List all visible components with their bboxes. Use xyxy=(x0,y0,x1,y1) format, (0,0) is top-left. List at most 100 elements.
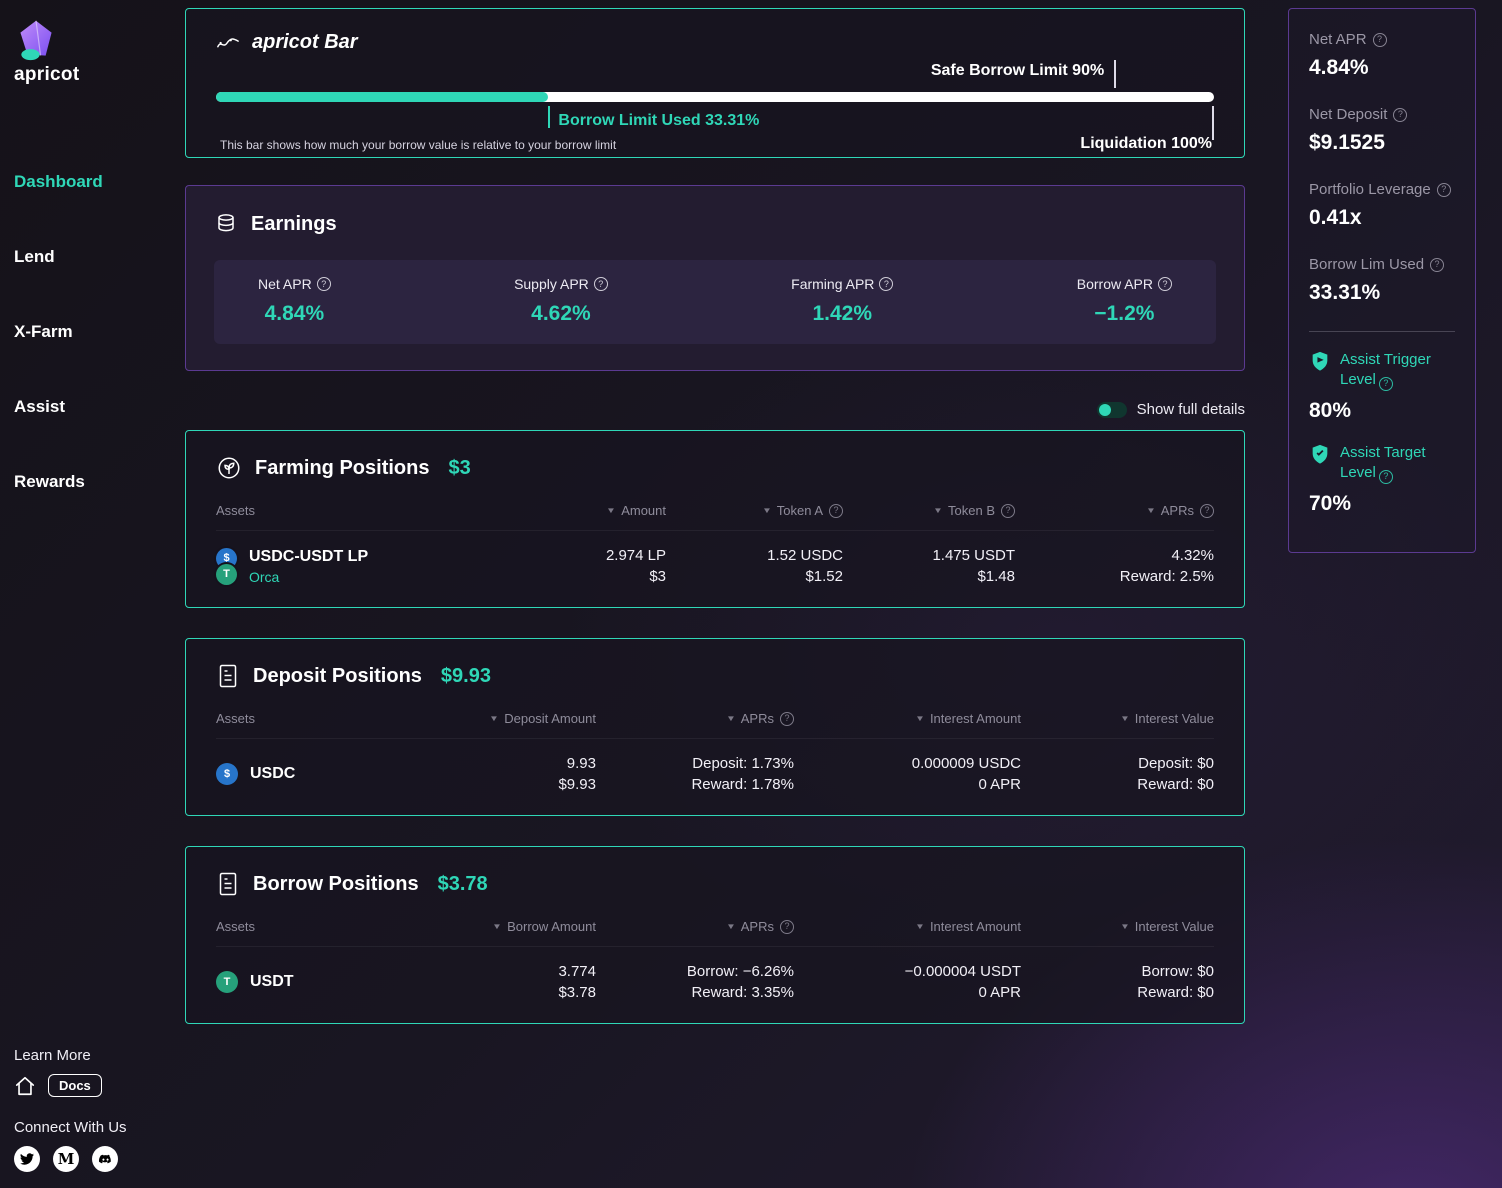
value-line: 0.000009 USDC xyxy=(911,755,1021,772)
sort-icon: ▼ xyxy=(725,714,736,723)
sort-icon: ▼ xyxy=(1145,506,1156,515)
col-token-b[interactable]: ▼ Token B? xyxy=(843,503,1015,518)
stat-label: Borrow Lim Used xyxy=(1309,256,1425,273)
value-line: −0.000004 USDT xyxy=(904,963,1021,980)
deposit-table-header: Assets ▼ Deposit Amount ▼ APRs? ▼ Interest … xyxy=(216,711,1214,739)
sidebar-item-rewards[interactable]: Rewards xyxy=(14,472,173,492)
aprs-cell: Deposit: 1.73% Reward: 1.78% xyxy=(596,755,794,793)
value-line: 9.93 xyxy=(566,755,596,772)
home-icon[interactable] xyxy=(14,1075,36,1097)
interest-value-cell: Borrow: $0 Reward: $0 xyxy=(1021,963,1214,1001)
value-line: Reward: $0 xyxy=(1137,776,1214,793)
col-label: Interest Value xyxy=(1134,919,1214,934)
metric-value: 4.84% xyxy=(264,302,325,325)
help-icon[interactable]: ? xyxy=(1158,277,1172,291)
help-icon[interactable]: ? xyxy=(1372,32,1387,47)
value-line: $3 xyxy=(649,568,666,585)
sidebar-item-lend[interactable]: Lend xyxy=(14,247,173,267)
brand[interactable]: apricot xyxy=(14,18,173,86)
lp-token-icons: $ T xyxy=(216,547,237,585)
col-aprs[interactable]: ▼ APRs? xyxy=(596,919,794,934)
vine-icon xyxy=(216,34,240,52)
asset-cell: $ USDC xyxy=(216,763,466,785)
sidebar-item-dashboard[interactable]: Dashboard xyxy=(14,172,173,192)
stat-portfolio-leverage: Portfolio Leverage? 0.41x xyxy=(1309,181,1455,230)
amount-cell: 2.974 LP $3 xyxy=(466,547,666,585)
assist-trigger-row: Assist Trigger Level? xyxy=(1309,350,1455,391)
help-icon[interactable]: ? xyxy=(1436,182,1451,197)
col-interest-value[interactable]: ▼ Interest Value xyxy=(1021,919,1214,934)
help-icon[interactable]: ? xyxy=(316,277,331,291)
assist-trigger-label: Assist Trigger Level? xyxy=(1340,350,1455,391)
metric-value: 1.42% xyxy=(812,302,873,325)
help-icon[interactable]: ? xyxy=(780,919,794,934)
docs-button[interactable]: Docs xyxy=(48,1074,102,1097)
help-icon[interactable]: ? xyxy=(780,711,794,726)
col-aprs[interactable]: ▼ APRs? xyxy=(1015,503,1214,518)
value-line: $1.52 xyxy=(805,568,843,585)
sort-icon: ▼ xyxy=(1119,714,1130,723)
help-icon[interactable]: ? xyxy=(1378,376,1393,391)
help-icon[interactable]: ? xyxy=(829,503,843,518)
sidebar-item-assist[interactable]: Assist xyxy=(14,397,173,417)
asset-name: USDC-USDT LP xyxy=(249,547,369,565)
col-interest-amount[interactable]: ▼ Interest Amount xyxy=(794,711,1021,726)
sidebar: apricot Dashboard Lend X-Farm Assist Rew… xyxy=(0,0,185,1188)
col-amount[interactable]: ▼ Amount xyxy=(466,503,666,518)
help-icon[interactable]: ? xyxy=(593,277,608,291)
usdc-icon: $ xyxy=(216,763,238,785)
bar-caption: This bar shows how much your borrow valu… xyxy=(220,138,617,152)
sort-icon: ▼ xyxy=(492,922,503,931)
col-token-a[interactable]: ▼ Token A? xyxy=(666,503,843,518)
earnings-card: Earnings Net APR? 4.84% Supply APR? 4.62… xyxy=(185,185,1245,371)
interest-value-cell: Deposit: $0 Reward: $0 xyxy=(1021,755,1214,793)
sort-icon: ▼ xyxy=(915,714,925,723)
liquidation-tick xyxy=(1212,106,1214,140)
col-interest-value[interactable]: ▼ Interest Value xyxy=(1021,711,1214,726)
twitter-link[interactable] xyxy=(14,1146,40,1172)
aprs-cell: Borrow: −6.26% Reward: 3.35% xyxy=(596,963,794,1001)
farming-table-row: $ T USDC-USDT LP Orca 2.974 LP $3 1.52 U… xyxy=(216,531,1214,585)
stats-panel: Net APR? 4.84% Net Deposit? $9.1525 Port… xyxy=(1288,8,1476,553)
borrow-header: Borrow Positions $3.78 xyxy=(216,871,1214,897)
stat-borrow-lim-used: Borrow Lim Used? 33.31% xyxy=(1309,256,1455,305)
help-icon[interactable]: ? xyxy=(1200,503,1214,518)
sidebar-nav: Dashboard Lend X-Farm Assist Rewards xyxy=(14,172,173,492)
medium-icon: M xyxy=(57,1149,75,1168)
help-icon[interactable]: ? xyxy=(1393,107,1408,122)
help-icon[interactable]: ? xyxy=(879,277,894,291)
discord-link[interactable] xyxy=(92,1146,118,1172)
value-line: Borrow: $0 xyxy=(1141,963,1214,980)
col-label: APRs xyxy=(1160,503,1194,518)
value-line: Reward: 1.78% xyxy=(691,776,794,793)
medium-link[interactable]: M xyxy=(53,1146,79,1172)
col-borrow-amount[interactable]: ▼ Borrow Amount xyxy=(466,919,596,934)
stat-value: $9.1525 xyxy=(1309,131,1385,154)
sort-icon: ▼ xyxy=(915,922,925,931)
social-links: M xyxy=(14,1146,173,1172)
sidebar-item-xfarm[interactable]: X-Farm xyxy=(14,322,173,342)
help-icon[interactable]: ? xyxy=(1378,469,1393,484)
usdt-icon: T xyxy=(216,563,237,585)
borrow-total: $3.78 xyxy=(437,872,488,895)
interest-amount-cell: 0.000009 USDC 0 APR xyxy=(794,755,1021,793)
col-deposit-amount[interactable]: ▼ Deposit Amount xyxy=(466,711,596,726)
stat-value: 33.31% xyxy=(1309,281,1381,304)
stat-net-deposit: Net Deposit? $9.1525 xyxy=(1309,106,1455,155)
metric-label: Supply APR xyxy=(514,276,589,292)
col-aprs[interactable]: ▼ APRs? xyxy=(596,711,794,726)
asset-platform: Orca xyxy=(249,568,280,585)
assist-target-label: Assist Target Level? xyxy=(1340,443,1455,484)
assist-target-row: Assist Target Level? xyxy=(1309,443,1455,484)
sort-icon: ▼ xyxy=(761,506,772,515)
safe-limit-label: Safe Borrow Limit 90% xyxy=(930,62,1105,79)
help-icon[interactable]: ? xyxy=(1430,257,1445,272)
learn-more-label: Learn More xyxy=(14,1047,91,1064)
sort-icon: ▼ xyxy=(606,506,617,515)
show-details-toggle[interactable] xyxy=(1096,401,1127,418)
value-line: 0 APR xyxy=(978,984,1021,1001)
help-icon[interactable]: ? xyxy=(1001,503,1015,518)
farming-positions-card: Farming Positions $3 Assets ▼ Amount ▼ Tok… xyxy=(185,430,1245,608)
col-interest-amount[interactable]: ▼ Interest Amount xyxy=(794,919,1021,934)
value-line: 0 APR xyxy=(978,776,1021,793)
